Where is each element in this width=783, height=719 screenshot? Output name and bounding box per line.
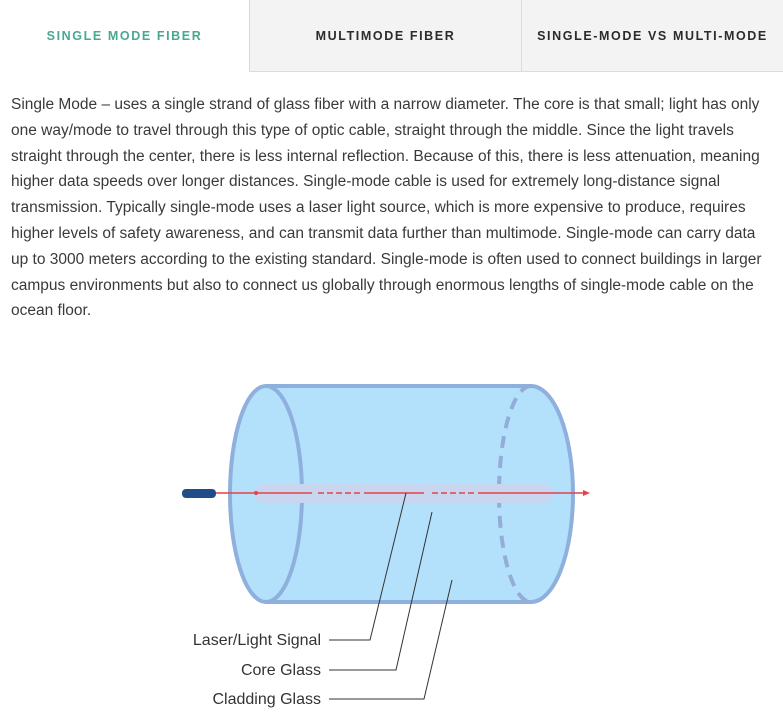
tab-single-vs-multi-mode[interactable]: SINGLE-MODE VS MULTI-MODE [522,0,783,72]
fiber-diagram-svg: Laser/Light Signal Core Glass Cladding G… [182,384,590,708]
label-cladding-glass: Cladding Glass [213,691,322,708]
fiber-tabs: SINGLE MODE FIBER MULTIMODE FIBER SINGLE… [0,0,783,72]
single-mode-fiber-diagram: Laser/Light Signal Core Glass Cladding G… [0,370,783,714]
label-laser-light-signal: Laser/Light Signal [193,632,321,649]
tab-multimode-fiber[interactable]: MULTIMODE FIBER [250,0,522,72]
label-core-glass: Core Glass [241,662,321,679]
light-signal-arrowhead [583,490,590,496]
single-mode-description: Single Mode – uses a single strand of gl… [11,96,762,320]
tab-single-mode-fiber[interactable]: SINGLE MODE FIBER [0,0,250,72]
laser-emitter [182,489,216,498]
light-signal-start-dot [254,491,258,495]
